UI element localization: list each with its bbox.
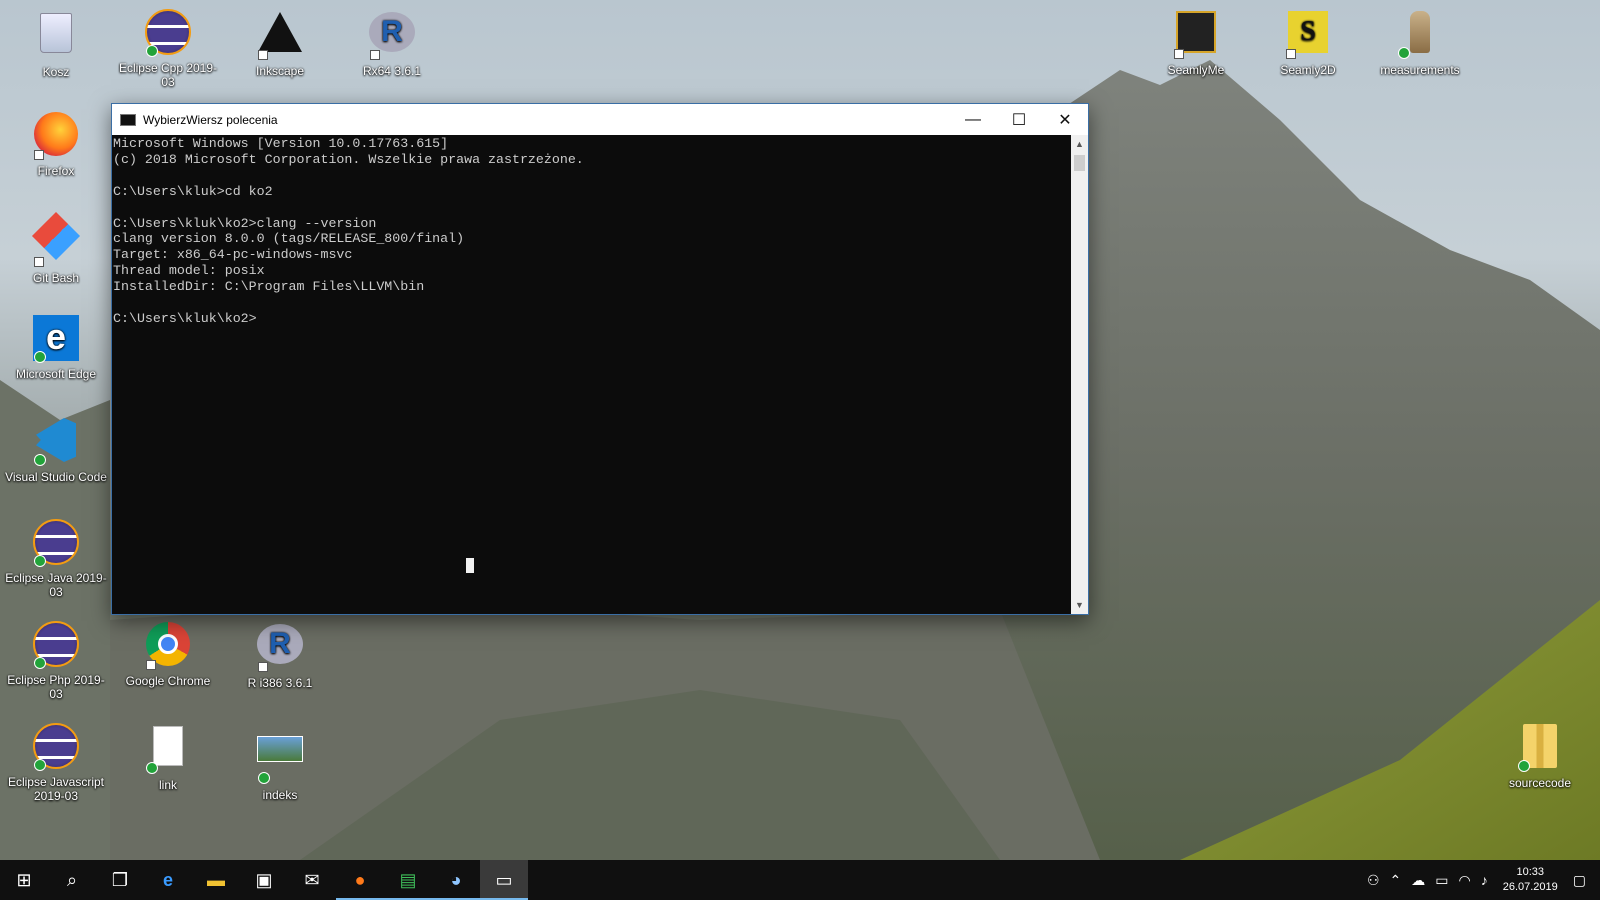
edge-taskbar-icon[interactable]: e: [144, 860, 192, 900]
clock-time: 10:33: [1516, 866, 1544, 878]
indeks-image-icon[interactable]: indeks: [228, 722, 332, 802]
firefox-taskbar-icon[interactable]: ●: [336, 860, 384, 900]
console-scrollbar[interactable]: ▲ ▼: [1071, 135, 1088, 614]
icon-label: Git Bash: [32, 271, 80, 285]
icon-label: Eclipse Javascript 2019-03: [7, 775, 105, 803]
clock[interactable]: 10:33 26.07.2019: [1503, 865, 1558, 895]
recycle-bin-icon[interactable]: Kosz: [4, 8, 108, 79]
microsoft-edge-icon[interactable]: e Microsoft Edge: [4, 314, 108, 381]
icon-label: R i386 3.6.1: [247, 676, 313, 690]
maximize-button[interactable]: ☐: [996, 104, 1042, 135]
notification-center-icon[interactable]: ▢: [1573, 872, 1586, 889]
battery-icon[interactable]: ▭: [1435, 872, 1448, 889]
eclipse-cpp-icon[interactable]: Eclipse Cpp 2019-03: [116, 8, 220, 89]
mail-taskbar-icon[interactable]: ✉: [288, 860, 336, 900]
people-icon[interactable]: ⚇: [1367, 872, 1380, 889]
icon-label: Microsoft Edge: [15, 367, 97, 381]
r-x64-icon[interactable]: R Rx64 3.6.1: [340, 8, 444, 78]
text-cursor: [466, 558, 474, 573]
icon-label: Firefox: [37, 164, 75, 178]
window-titlebar[interactable]: WybierzWiersz polecenia — ☐ ✕: [112, 104, 1088, 135]
visual-studio-code-icon[interactable]: Visual Studio Code: [4, 416, 108, 484]
clock-date: 26.07.2019: [1502, 881, 1558, 893]
scroll-up-arrow-icon[interactable]: ▲: [1075, 139, 1084, 149]
icon-label: SeamlyMe: [1167, 63, 1225, 77]
task-view-button[interactable]: ❐: [96, 860, 144, 900]
link-file-icon[interactable]: link: [116, 722, 220, 792]
search-button[interactable]: ⌕: [48, 860, 96, 900]
eclipse-java-icon[interactable]: Eclipse Java 2019-03: [4, 518, 108, 599]
close-button[interactable]: ✕: [1042, 104, 1088, 135]
eclipse-php-icon[interactable]: Eclipse Php 2019-03: [4, 620, 108, 701]
volume-icon[interactable]: ♪: [1481, 872, 1488, 888]
firefox-icon[interactable]: Firefox: [4, 110, 108, 178]
store-taskbar-icon[interactable]: ▣: [240, 860, 288, 900]
inkscape-icon[interactable]: Inkscape: [228, 8, 332, 78]
google-chrome-icon[interactable]: Google Chrome: [116, 620, 220, 688]
cmd-app-icon: [120, 113, 136, 126]
icon-label: link: [158, 778, 177, 792]
icon-label: Rx64 3.6.1: [362, 64, 422, 78]
measurements-folder-icon[interactable]: measurements: [1368, 8, 1472, 77]
start-button[interactable]: ⊞: [0, 860, 48, 900]
desktop: Kosz Eclipse Cpp 2019-03 Inkscape R Rx64…: [0, 0, 1600, 860]
sourcecode-zip-icon[interactable]: sourcecode: [1488, 722, 1592, 790]
spreadsheet-taskbar-icon[interactable]: ▤: [384, 860, 432, 900]
r-i386-icon[interactable]: R R i386 3.6.1: [228, 620, 332, 690]
console-output[interactable]: Microsoft Windows [Version 10.0.17763.61…: [112, 135, 1072, 614]
cmd-taskbar-icon[interactable]: ▭: [480, 860, 528, 900]
file-explorer-taskbar-icon[interactable]: ▬: [192, 860, 240, 900]
scroll-down-arrow-icon[interactable]: ▼: [1075, 600, 1084, 610]
system-tray: ⚇ ⌃ ☁ ▭ ◠ ♪ 10:33 26.07.2019 ▢: [1362, 860, 1600, 900]
wifi-icon[interactable]: ◠: [1458, 872, 1470, 889]
scrollbar-thumb[interactable]: [1074, 155, 1085, 171]
icon-label: measurements: [1380, 63, 1460, 77]
icon-label: indeks: [262, 788, 298, 802]
icon-label: Visual Studio Code: [5, 470, 107, 484]
icon-label: Eclipse Java 2019-03: [5, 571, 107, 599]
minimize-button[interactable]: —: [950, 104, 996, 135]
icon-label: Inkscape: [255, 64, 305, 78]
taskbar: ⊞ ⌕ ❐ e ▬ ▣ ✉ ● ▤ ◕ ▭ ⚇ ⌃ ☁ ▭ ◠ ♪ 10:33 …: [0, 860, 1600, 900]
seamlyme-icon[interactable]: SeamlyMe: [1144, 8, 1248, 77]
icon-label: Eclipse Cpp 2019-03: [118, 61, 218, 89]
icon-label: Kosz: [42, 65, 70, 79]
icon-label: sourcecode: [1508, 776, 1572, 790]
icon-label: Seamly2D: [1280, 63, 1336, 77]
onedrive-cloud-icon[interactable]: ☁: [1411, 872, 1425, 889]
git-bash-icon[interactable]: Git Bash: [4, 211, 108, 285]
paint-taskbar-icon[interactable]: ◕: [432, 860, 480, 900]
icon-label: Eclipse Php 2019-03: [7, 673, 105, 701]
chevron-up-icon[interactable]: ⌃: [1390, 872, 1402, 889]
seamly2d-icon[interactable]: S Seamly2D: [1256, 8, 1360, 77]
icon-label: Google Chrome: [125, 674, 211, 688]
eclipse-javascript-icon[interactable]: Eclipse Javascript 2019-03: [4, 722, 108, 803]
command-prompt-window[interactable]: WybierzWiersz polecenia — ☐ ✕ Microsoft …: [111, 103, 1089, 615]
window-title: WybierzWiersz polecenia: [143, 112, 278, 127]
